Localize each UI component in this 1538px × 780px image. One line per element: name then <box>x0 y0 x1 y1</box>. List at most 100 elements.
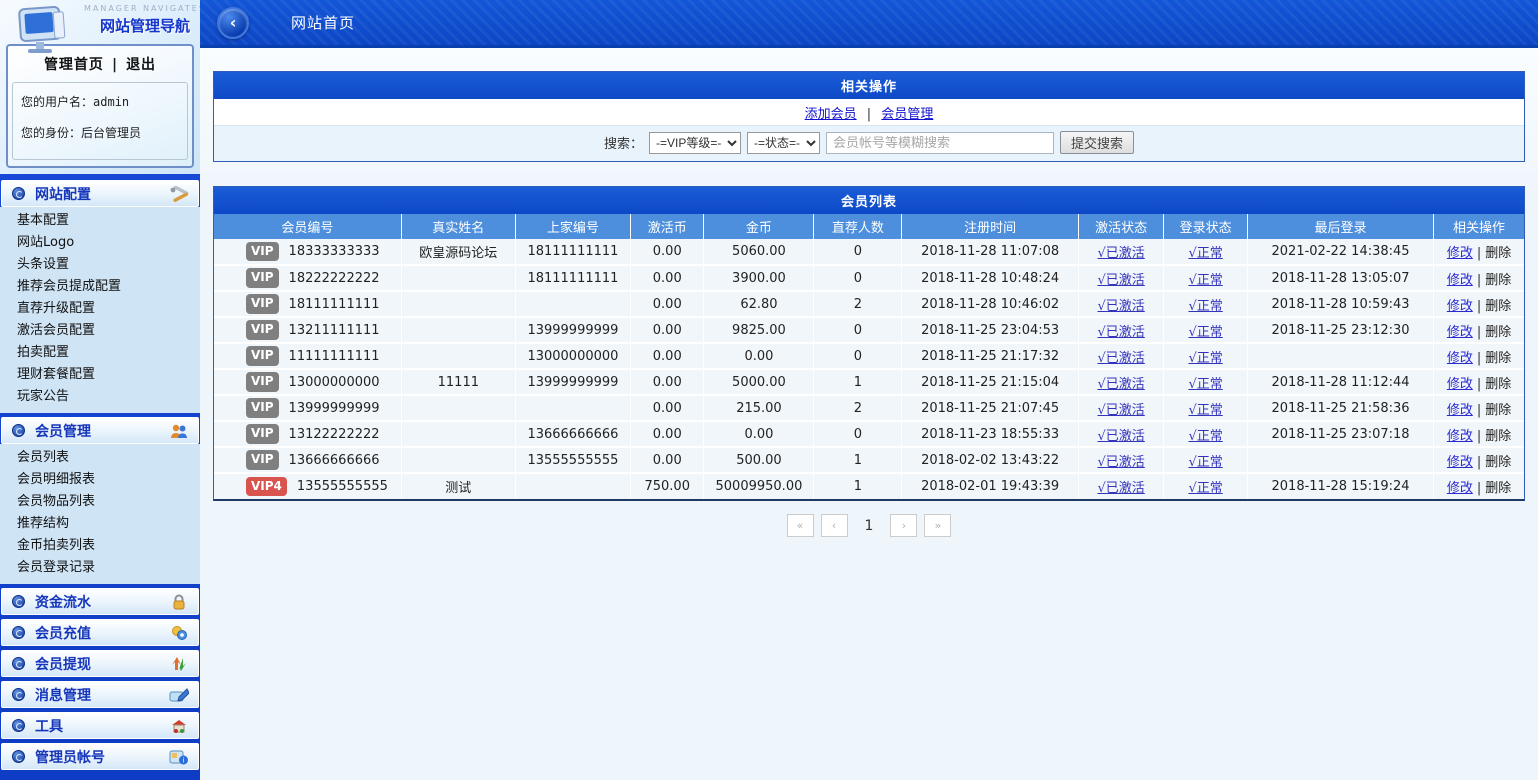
direct-count-cell: 0 <box>814 317 902 343</box>
member-id: 13666666666 <box>289 453 380 468</box>
direct-count-cell: 0 <box>814 421 902 447</box>
gold-cell: 215.00 <box>704 395 814 421</box>
edit-link[interactable]: 修改 <box>1447 455 1473 470</box>
register-time-cell: 2018-11-23 18:55:33 <box>902 421 1079 447</box>
delete-link[interactable]: 删除 <box>1485 325 1511 340</box>
vip-badge: VIP <box>246 450 279 469</box>
activation-status-link[interactable]: √已激活 <box>1097 429 1144 444</box>
activation-status-link[interactable]: √已激活 <box>1097 403 1144 418</box>
delete-link[interactable]: 删除 <box>1485 429 1511 444</box>
edit-link[interactable]: 修改 <box>1447 351 1473 366</box>
column-header: 真实姓名 <box>401 214 515 239</box>
vip-level-select[interactable]: -=VIP等级=- <box>649 132 741 154</box>
login-status-link[interactable]: √正常 <box>1188 246 1222 261</box>
edit-link[interactable]: 修改 <box>1447 325 1473 340</box>
pagination-next-button[interactable]: › <box>890 514 917 537</box>
sidebar-item[interactable]: 理财套餐配置 <box>0 364 200 386</box>
edit-link[interactable]: 修改 <box>1447 273 1473 288</box>
section-bullet-icon <box>12 719 25 732</box>
action-separator: | <box>1477 273 1481 288</box>
edit-link[interactable]: 修改 <box>1447 299 1473 314</box>
login-status-link[interactable]: √正常 <box>1188 481 1222 496</box>
edit-link[interactable]: 修改 <box>1447 403 1473 418</box>
add-member-link[interactable]: 添加会员 <box>805 107 857 122</box>
back-button[interactable]: ‹ <box>217 7 249 39</box>
search-input[interactable] <box>826 132 1054 154</box>
delete-link[interactable]: 删除 <box>1485 481 1511 496</box>
logout-link[interactable]: 退出 <box>126 57 156 73</box>
sidebar-section-header-4[interactable]: 会员提现 <box>1 650 199 677</box>
delete-link[interactable]: 删除 <box>1485 299 1511 314</box>
sidebar-section-header-2[interactable]: 资金流水 <box>1 588 199 615</box>
login-status-link[interactable]: √正常 <box>1188 377 1222 392</box>
member-manage-link[interactable]: 会员管理 <box>881 107 933 122</box>
username-line: 您的用户名：admin <box>21 93 179 110</box>
delete-link[interactable]: 删除 <box>1485 351 1511 366</box>
login-status-link[interactable]: √正常 <box>1188 455 1222 470</box>
sidebar-item[interactable]: 玩家公告 <box>0 386 200 408</box>
sidebar-item[interactable]: 头条设置 <box>0 254 200 276</box>
action-separator: | <box>1477 351 1481 366</box>
activation-status-link[interactable]: √已激活 <box>1097 455 1144 470</box>
sidebar-item[interactable]: 拍卖配置 <box>0 342 200 364</box>
activation-status-link[interactable]: √已激活 <box>1097 377 1144 392</box>
delete-link[interactable]: 删除 <box>1485 273 1511 288</box>
sidebar-section-header-1[interactable]: 会员管理 <box>1 417 199 444</box>
login-status-link[interactable]: √正常 <box>1188 403 1222 418</box>
table-row: VIP18222222222181111111110.003900.000201… <box>214 265 1524 291</box>
activation-status-link[interactable]: √已激活 <box>1097 481 1144 496</box>
login-status-link[interactable]: √正常 <box>1188 273 1222 288</box>
sidebar-item[interactable]: 推荐会员提成配置 <box>0 276 200 298</box>
delete-link[interactable]: 删除 <box>1485 455 1511 470</box>
activation-coin-cell: 0.00 <box>631 395 704 421</box>
row-actions-cell: 修改|删除 <box>1434 369 1524 395</box>
login-status-cell: √正常 <box>1164 473 1248 499</box>
column-header: 会员编号 <box>214 214 401 239</box>
sidebar-section-header-7[interactable]: 管理员帐号i <box>1 743 199 770</box>
sidebar-item[interactable]: 推荐结构 <box>0 513 200 535</box>
login-status-link[interactable]: √正常 <box>1188 351 1222 366</box>
last-login-cell <box>1248 447 1434 473</box>
pagination-prev-button[interactable]: ‹ <box>821 514 848 537</box>
activation-status-link[interactable]: √已激活 <box>1097 273 1144 288</box>
login-status-link[interactable]: √正常 <box>1188 429 1222 444</box>
sidebar-section-header-5[interactable]: 消息管理 <box>1 681 199 708</box>
section-label: 会员管理 <box>35 421 168 441</box>
sidebar-item[interactable]: 会员登录记录 <box>0 557 200 579</box>
submit-search-button[interactable]: 提交搜索 <box>1060 131 1134 154</box>
edit-link[interactable]: 修改 <box>1447 429 1473 444</box>
sidebar-item[interactable]: 会员物品列表 <box>0 491 200 513</box>
sidebar-item[interactable]: 基本配置 <box>0 210 200 232</box>
sidebar-section-header-0[interactable]: 网站配置 <box>1 180 199 207</box>
edit-link[interactable]: 修改 <box>1447 481 1473 496</box>
sidebar-item[interactable]: 会员列表 <box>0 447 200 469</box>
sidebar-item[interactable]: 网站Logo <box>0 232 200 254</box>
pagination-first-button[interactable]: « <box>787 514 814 537</box>
sidebar-item[interactable]: 直荐升级配置 <box>0 298 200 320</box>
delete-link[interactable]: 删除 <box>1485 403 1511 418</box>
activation-coin-cell: 0.00 <box>631 369 704 395</box>
section-bullet-icon <box>12 626 25 639</box>
edit-link[interactable]: 修改 <box>1447 246 1473 261</box>
direct-count-cell: 2 <box>814 395 902 421</box>
edit-link[interactable]: 修改 <box>1447 377 1473 392</box>
column-header: 直荐人数 <box>814 214 902 239</box>
delete-link[interactable]: 删除 <box>1485 377 1511 392</box>
sidebar-section-header-6[interactable]: 工具 <box>1 712 199 739</box>
sidebar-item[interactable]: 会员明细报表 <box>0 469 200 491</box>
login-status-link[interactable]: √正常 <box>1188 299 1222 314</box>
login-status-cell: √正常 <box>1164 369 1248 395</box>
member-id: 18222222222 <box>289 271 380 286</box>
activation-status-link[interactable]: √已激活 <box>1097 299 1144 314</box>
activation-status-link[interactable]: √已激活 <box>1097 246 1144 261</box>
login-status-link[interactable]: √正常 <box>1188 325 1222 340</box>
sidebar-item[interactable]: 激活会员配置 <box>0 320 200 342</box>
sidebar-section-header-3[interactable]: 会员充值 <box>1 619 199 646</box>
sidebar-item[interactable]: 金币拍卖列表 <box>0 535 200 557</box>
status-select[interactable]: -=状态=- <box>747 132 820 154</box>
pagination-last-button[interactable]: » <box>924 514 951 537</box>
delete-link[interactable]: 删除 <box>1485 246 1511 261</box>
parent-id-cell <box>515 395 630 421</box>
activation-status-link[interactable]: √已激活 <box>1097 325 1144 340</box>
activation-status-link[interactable]: √已激活 <box>1097 351 1144 366</box>
